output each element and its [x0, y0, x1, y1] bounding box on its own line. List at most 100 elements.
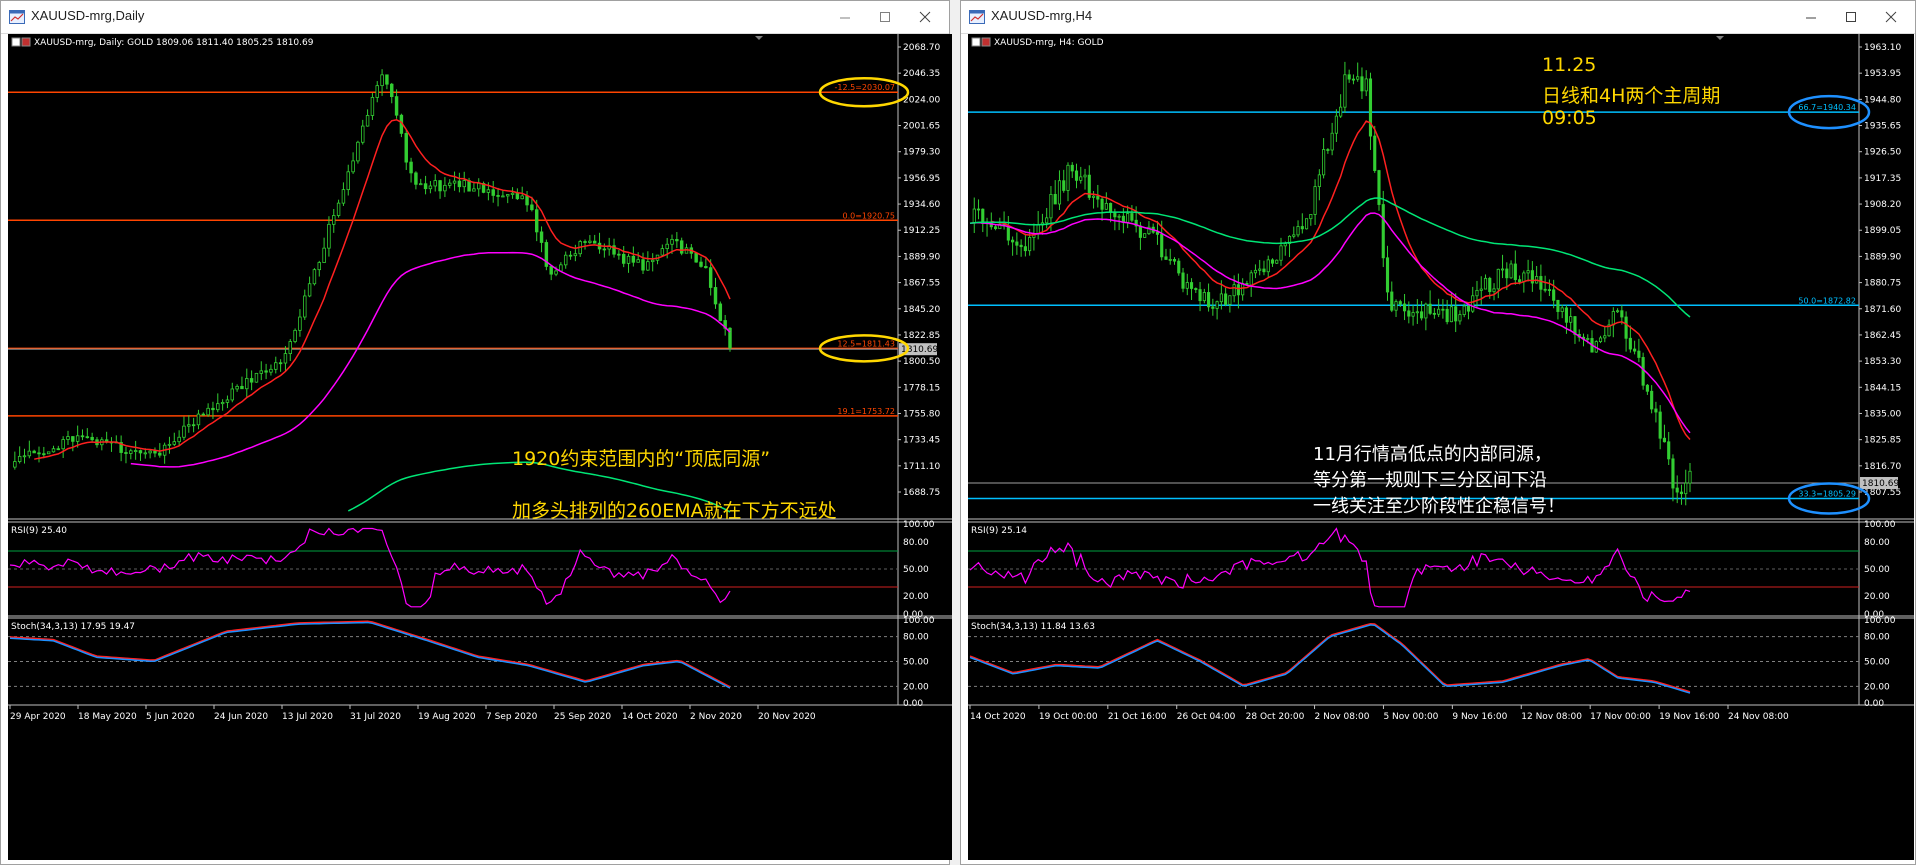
time-axis-label: 28 Oct 20:00 — [1246, 712, 1305, 722]
candle-body — [423, 183, 428, 190]
maximize-icon[interactable] — [1833, 4, 1869, 30]
candle-body — [534, 209, 539, 233]
candle-body — [71, 436, 75, 442]
window-title: XAUUSD-mrg,H4 — [991, 8, 1093, 23]
candle-body — [1083, 174, 1087, 178]
fibonacci-level-label: 50.0=1872.82 — [1798, 296, 1856, 305]
candle-body — [1547, 289, 1551, 291]
minimize-icon[interactable] — [827, 4, 863, 30]
candle-body — [1322, 149, 1326, 176]
price-axis-label: 1835.00 — [1864, 409, 1901, 419]
time-axis-label: 5 Nov 00:00 — [1383, 712, 1438, 722]
candle-body — [573, 253, 578, 257]
price-axis-label: 2046.35 — [903, 69, 940, 79]
candle-body — [1339, 106, 1343, 117]
candle-body — [303, 295, 307, 318]
time-axis-label: 18 May 2020 — [78, 712, 137, 722]
candle-body — [1305, 218, 1309, 230]
price-axis-label: 1880.75 — [1864, 279, 1901, 289]
candle-body — [1138, 225, 1142, 238]
stoch-signal-line — [969, 622, 1691, 693]
candle-body — [365, 115, 370, 127]
candle-body — [259, 370, 263, 374]
candle-body — [1019, 244, 1023, 248]
time-axis-label: 13 Jul 2020 — [282, 712, 333, 722]
candle-body — [1279, 245, 1283, 261]
candle-body — [1377, 170, 1381, 205]
price-axis-label: 1889.90 — [903, 252, 940, 262]
current-price-label: 1810.69 — [1862, 479, 1899, 489]
candle-body — [563, 254, 568, 266]
candle-body — [1390, 291, 1394, 311]
candle-body — [167, 443, 172, 446]
candle-body — [32, 450, 36, 454]
maximize-icon[interactable] — [867, 4, 903, 30]
rsi-line — [969, 527, 1691, 608]
candle-body — [264, 370, 268, 373]
candle-body — [976, 208, 981, 211]
candle-body — [46, 451, 51, 455]
candle-body — [240, 385, 244, 390]
candle-body — [317, 262, 321, 271]
candle-body — [1684, 482, 1688, 495]
daily-chart-window[interactable]: XAUUSD-mrg,Daily XAUUSD-mrg, Daily: GOLD… — [0, 0, 952, 865]
fibonacci-level-label: 0.0=1920.75 — [842, 211, 895, 220]
title-bar[interactable]: XAUUSD-mrg,H4 — [961, 1, 1915, 34]
candle-body — [1313, 186, 1317, 215]
stoch-axis-label: 100.00 — [1864, 616, 1896, 626]
candle-body — [626, 255, 631, 264]
candle-body — [124, 452, 128, 454]
candle-body — [592, 240, 597, 244]
candle-body — [530, 204, 534, 211]
candle-body — [51, 448, 56, 453]
candle-body — [1266, 259, 1270, 273]
candle-body — [1479, 288, 1483, 291]
close-icon[interactable] — [1873, 4, 1909, 30]
symbol-icon — [11, 37, 21, 47]
close-icon[interactable] — [907, 4, 943, 30]
h4-chart-window[interactable]: XAUUSD-mrg,H4 XAUUSD-mrg, H4: GOLD 1963.1… — [960, 0, 1916, 865]
candle-body — [80, 435, 85, 438]
candle-body — [211, 407, 215, 411]
candle-body — [1109, 202, 1113, 213]
candle-body — [713, 287, 718, 305]
candle-body — [332, 215, 336, 225]
time-axis-label: 14 Oct 2020 — [622, 712, 678, 722]
candle-body — [539, 231, 544, 243]
stoch-axis-label: 80.00 — [903, 633, 929, 643]
title-bar[interactable]: XAUUSD-mrg,Daily — [1, 1, 949, 34]
candle-body — [993, 226, 998, 230]
rsi-label: RSI(9) 25.14 — [971, 526, 1027, 536]
candle-body — [1194, 288, 1198, 290]
price-axis-label: 1953.95 — [1864, 69, 1901, 79]
price-axis-label: 2068.70 — [903, 43, 940, 53]
date-note-line2: 日线和4H两个主周期 — [1542, 85, 1721, 107]
candle-body — [1049, 193, 1053, 219]
candle-body — [1385, 257, 1390, 293]
price-axis-label: 1688.75 — [903, 488, 940, 498]
candle-body — [631, 255, 636, 263]
annotation-line-1: 11月行情高低点的内部同源， — [1313, 444, 1552, 465]
candle-body — [414, 172, 418, 185]
time-axis-label: 12 Nov 08:00 — [1521, 712, 1582, 722]
candle-body — [1074, 170, 1079, 181]
minimize-icon[interactable] — [1793, 4, 1829, 30]
candle-body — [1155, 231, 1160, 235]
candle-body — [704, 266, 708, 269]
fibonacci-level-label: 33.3=1805.29 — [1798, 489, 1856, 498]
daily-chart-area[interactable]: XAUUSD-mrg, Daily: GOLD 1809.06 1811.40 … — [8, 34, 952, 860]
candle-body — [1509, 263, 1513, 279]
candle-body — [1616, 310, 1620, 313]
candle-body — [1620, 310, 1624, 318]
candle-body — [148, 450, 152, 454]
candle-body — [1675, 487, 1679, 493]
price-axis-label: 1867.55 — [903, 279, 940, 289]
candle-body — [1347, 74, 1351, 80]
daily-chart[interactable]: XAUUSD-mrg, Daily: GOLD 1809.06 1811.40 … — [8, 34, 952, 860]
candle-body — [191, 424, 196, 427]
candle-body — [641, 259, 645, 271]
candle-body — [341, 189, 346, 204]
ema-long-line — [969, 197, 1691, 318]
price-axis-label: 1912.25 — [903, 226, 940, 236]
time-axis-label: 9 Nov 16:00 — [1452, 712, 1507, 722]
